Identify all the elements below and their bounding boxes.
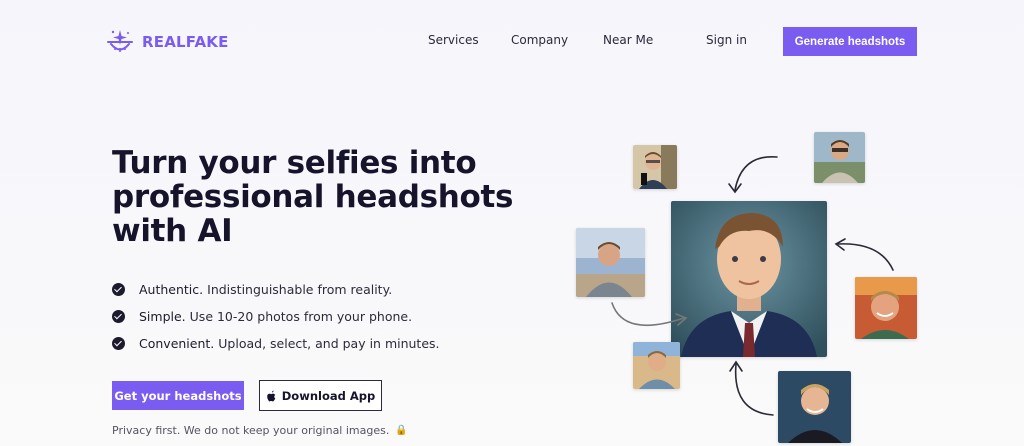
nav-near-me[interactable]: Near Me <box>603 33 653 47</box>
nav-company[interactable]: Company <box>511 33 568 47</box>
generate-headshots-button[interactable]: Generate headshots <box>783 27 917 56</box>
feature-item: Simple. Use 10-20 photos from your phone… <box>112 303 440 330</box>
feature-list: Authentic. Indistinguishable from realit… <box>112 276 440 357</box>
privacy-text: Privacy first. We do not keep your origi… <box>112 424 390 437</box>
check-icon <box>112 283 125 296</box>
logo-mark-icon <box>107 30 133 52</box>
feature-label: Authentic. <box>139 282 204 297</box>
selfie-photo <box>855 277 917 339</box>
feature-label: Simple. <box>139 309 186 324</box>
site-header: REALFAKE Services Company Near Me Sign i… <box>0 0 1024 82</box>
lock-icon: 🔒 <box>395 425 408 436</box>
feature-text: Use 10-20 photos from your phone. <box>189 309 413 324</box>
selfie-photo <box>814 132 865 183</box>
sign-in-link[interactable]: Sign in <box>706 33 747 47</box>
download-app-button[interactable]: Download App <box>259 380 382 411</box>
check-icon <box>112 310 125 323</box>
selfie-photo <box>576 228 645 297</box>
feature-item: Convenient. Upload, select, and pay in m… <box>112 330 440 357</box>
selfie-photo <box>633 342 680 389</box>
feature-label: Convenient. <box>139 336 215 351</box>
nav-services[interactable]: Services <box>428 33 479 47</box>
check-icon <box>112 337 125 350</box>
download-app-label: Download App <box>281 388 376 403</box>
privacy-note: Privacy first. We do not keep your origi… <box>112 424 408 437</box>
selfie-photo <box>778 371 851 443</box>
feature-text: Upload, select, and pay in minutes. <box>218 336 440 351</box>
feature-item: Authentic. Indistinguishable from realit… <box>112 276 440 303</box>
main-headshot-photo <box>671 201 827 357</box>
feature-text: Indistinguishable from reality. <box>207 282 393 297</box>
brand-name: REALFAKE <box>142 33 229 51</box>
brand-logo[interactable]: REALFAKE <box>106 28 229 56</box>
selfie-photo <box>633 145 677 189</box>
hero-title: Turn your selfies into professional head… <box>112 145 514 249</box>
get-headshots-button[interactable]: Get your headshots <box>112 381 244 410</box>
apple-icon <box>266 390 276 401</box>
